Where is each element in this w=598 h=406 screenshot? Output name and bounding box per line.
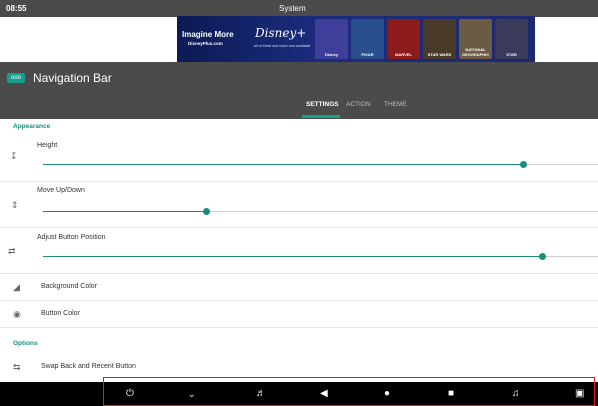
ad-availability: All of these and more now available: [253, 44, 311, 48]
height-slider[interactable]: [43, 161, 598, 168]
height-slider-fill: [43, 164, 524, 165]
move-up-down-icon: ⇕: [11, 200, 19, 210]
ad-logo: Disney+: [255, 26, 307, 40]
divider: [0, 181, 598, 182]
divider: [0, 273, 598, 274]
status-time: 08:55: [6, 4, 27, 13]
app-icon: ooo: [7, 73, 25, 83]
status-title: System: [279, 4, 306, 13]
ad-tile-label: Disney: [324, 52, 339, 57]
swap-buttons-label[interactable]: Swap Back and Recent Button: [41, 363, 136, 370]
ad-tile: NATIONAL GEOGRAPHIC: [459, 19, 492, 59]
ad-tile: PIXAR: [351, 19, 384, 59]
height-label: Height: [37, 142, 58, 149]
tab-settings[interactable]: SETTINGS: [306, 101, 339, 108]
tab-theme[interactable]: THEME: [384, 101, 407, 108]
move-up-down-slider-thumb[interactable]: [203, 208, 211, 215]
ad-tile: Disney: [315, 19, 348, 59]
adjust-position-slider-thumb[interactable]: [539, 253, 546, 260]
move-up-down-slider[interactable]: [43, 208, 598, 215]
adjust-position-icon: ⇄: [8, 246, 16, 256]
divider: [0, 327, 598, 328]
ad-tile: STAR WARS: [423, 19, 456, 59]
section-options: Options: [13, 340, 38, 347]
ad-tile-label: STAR WARS: [427, 52, 452, 57]
divider: [0, 227, 598, 228]
paint-bucket-icon: ◢: [13, 282, 20, 292]
adjust-position-label: Adjust Button Position: [37, 234, 106, 241]
palette-icon: ◉: [13, 309, 21, 319]
ad-tile-label: PIXAR: [361, 52, 374, 57]
height-icon: ↧: [10, 151, 18, 161]
ad-site: DisneyPlus.com: [188, 41, 223, 46]
ad-headline: Imagine More: [182, 30, 234, 39]
swap-icon: ⇆: [13, 362, 21, 372]
background-color-label[interactable]: Background Color: [41, 283, 97, 290]
move-up-down-slider-fill: [43, 211, 207, 212]
divider: [0, 300, 598, 301]
ad-tile-label: MARVEL: [395, 52, 412, 57]
height-slider-thumb[interactable]: [519, 161, 527, 168]
button-color-label[interactable]: Button Color: [41, 310, 80, 317]
ad-tile-label: NATIONAL GEOGRAPHIC: [461, 47, 490, 57]
section-appearance: Appearance: [13, 123, 51, 130]
app-bar: ooo Navigation Bar SETTINGS ACTION THEME: [0, 62, 598, 119]
status-bar: 08:55 System: [0, 0, 598, 17]
adjust-position-slider[interactable]: [43, 253, 598, 260]
page-title: Navigation Bar: [33, 71, 112, 85]
ad-tile: STAR: [495, 19, 528, 59]
navigation-bar-highlight: [103, 377, 595, 406]
adjust-position-slider-fill: [43, 256, 543, 257]
tab-action[interactable]: ACTION: [346, 101, 371, 108]
tab-indicator: [302, 115, 340, 118]
move-up-down-label: Move Up/Down: [37, 187, 85, 194]
ad-tile-label: STAR: [506, 52, 517, 57]
ad-banner[interactable]: Imagine More DisneyPlus.com Disney+ All …: [177, 16, 535, 62]
ad-tile: MARVEL: [387, 19, 420, 59]
